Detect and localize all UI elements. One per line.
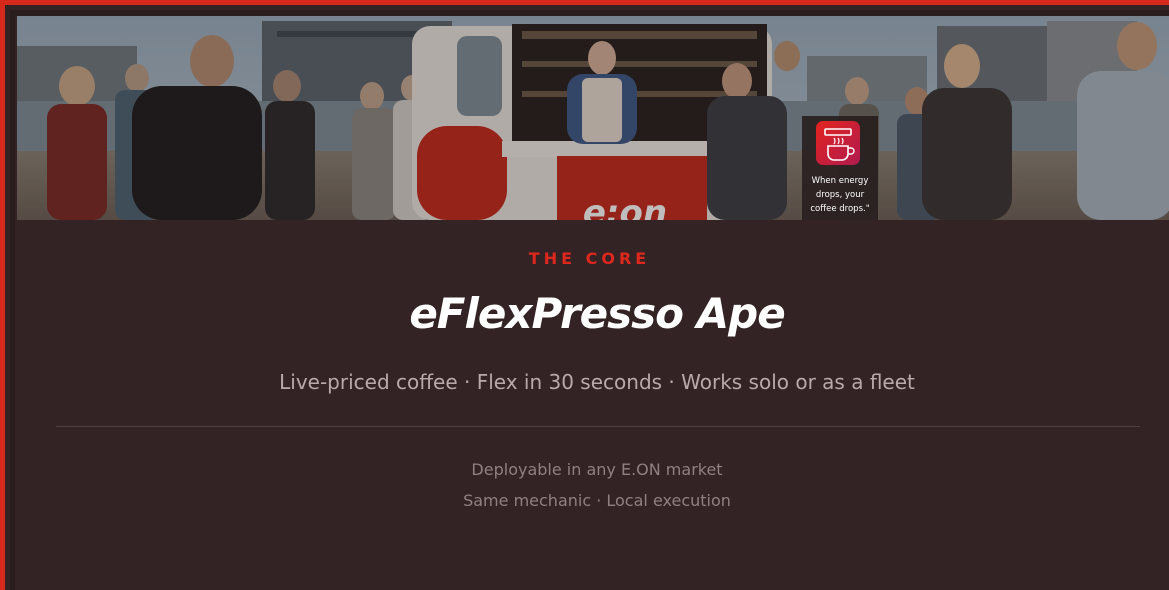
coffee-cup-icon [816, 121, 860, 165]
hero-image: e:on When energy drops, your coffee drop… [17, 16, 1169, 220]
section-eyebrow: THE CORE [528, 249, 651, 268]
page-title: eFlexPresso Ape [409, 289, 785, 338]
hero-scene: e:on [17, 16, 1169, 220]
badge-caption: When energy drops, your coffee drops." [810, 176, 870, 214]
slide-frame: e:on When energy drops, your coffee drop… [0, 0, 1169, 590]
coffee-drop-badge: When energy drops, your coffee drops." [802, 116, 878, 220]
section-divider [56, 426, 1140, 427]
deployment-note: Deployable in any E.ON market [471, 460, 723, 479]
feature-subtitle: Live-priced coffee · Flex in 30 seconds … [279, 370, 915, 394]
execution-note: Same mechanic · Local execution [463, 491, 731, 510]
